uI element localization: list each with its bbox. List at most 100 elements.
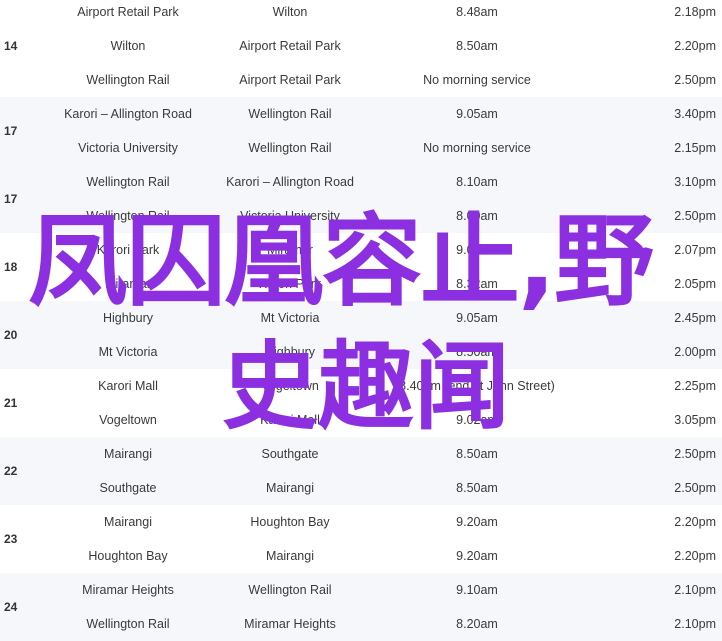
route-group: 17 Wellington Rail Karori – Allington Road… — [0, 165, 722, 233]
table-row: Karori – Allington Road Wellington Rail 9.… — [0, 97, 722, 131]
table-row: Wellington Rail Airport Retail Park No mor… — [0, 63, 722, 97]
from-stop: Southgate — [99, 481, 157, 495]
from-stop: Karori Mall — [98, 379, 158, 393]
afternoon-time: 2.18pm — [674, 5, 716, 19]
morning-time: 8.40am (end at John Street) — [399, 379, 555, 393]
route-group: 14 Airport Retail Park Wilton 8.48am 2.18pm W… — [0, 0, 722, 97]
table-row: Houghton Bay Mairangi 9.20am 2.20pm — [0, 539, 722, 573]
afternoon-time: 2.05pm — [674, 277, 716, 291]
to-stop: Wellington Rail — [248, 583, 332, 597]
table-row: Victoria University Wellington Rail No mor… — [0, 131, 722, 165]
from-stop: Highbury — [102, 311, 154, 325]
table-row: Karori Mall Vogeltown 8.40am (end at John … — [0, 369, 722, 403]
morning-time: 8.50am — [456, 345, 498, 359]
from-stop: Airport Retail Park — [77, 5, 179, 19]
morning-time: No morning service — [423, 141, 531, 155]
from-stop: Victoria University — [78, 141, 178, 155]
afternoon-time: 2.15pm — [674, 141, 716, 155]
morning-time: 9.10am — [456, 583, 498, 597]
afternoon-time: 2.07pm — [674, 243, 716, 257]
to-stop: Mairangi — [266, 481, 314, 495]
morning-time: 8.32am — [456, 277, 498, 291]
afternoon-time: 2.50pm — [674, 73, 716, 87]
to-stop: Mairangi — [266, 549, 314, 563]
to-stop: Karori Mall — [260, 413, 320, 427]
afternoon-time: 2.50pm — [674, 209, 716, 223]
route-group: 20 Highbury Mt Victoria 9.05am 2.45pm Mt Vict… — [0, 301, 722, 369]
afternoon-time: 2.50pm — [674, 447, 716, 461]
afternoon-time: 2.00pm — [674, 345, 716, 359]
table-row: Mairangi Southgate 8.50am 2.50pm — [0, 437, 722, 471]
table-row: Wellington Rail Miramar Heights 8.20am 2.10… — [0, 607, 722, 641]
route-group: 24 Miramar Heights Wellington Rail 9.10am 2.… — [0, 573, 722, 641]
to-stop: Airport Retail Park — [239, 39, 341, 53]
morning-time: 9.02am — [456, 413, 498, 427]
afternoon-time: 2.20pm — [674, 549, 716, 563]
from-stop: Houghton Bay — [88, 549, 168, 563]
from-stop: Wilton — [110, 39, 146, 53]
route-group: 23 Mairangi Houghton Bay 9.20am 2.20pm Hought… — [0, 505, 722, 573]
afternoon-time: 2.20pm — [674, 515, 716, 529]
from-stop: Wellington Rail — [86, 175, 170, 189]
to-stop: Highbury — [264, 345, 316, 359]
table-row: Airport Retail Park Wilton 8.48am 2.18pm — [0, 0, 722, 29]
table-row: Southgate Mairangi 8.50am 2.50pm — [0, 471, 722, 505]
table-row: Mairangi Houghton Bay 9.20am 2.20pm — [0, 505, 722, 539]
to-stop: Airport Retail Park — [239, 73, 341, 87]
table-row: Wellington Rail Victoria University 8.00am… — [0, 199, 722, 233]
table-row: Highbury Mt Victoria 9.05am 2.45pm — [0, 301, 722, 335]
morning-time: 9.09am — [456, 243, 498, 257]
to-stop: Mt Victoria — [260, 311, 320, 325]
table-row: Miramar Heights Wellington Rail 9.10am 2.10… — [0, 573, 722, 607]
afternoon-time: 2.10pm — [674, 583, 716, 597]
to-stop: Wellington Rail — [248, 141, 332, 155]
to-stop: Southgate — [261, 447, 319, 461]
to-stop: Wellington Rail — [248, 107, 332, 121]
from-stop: Vogeltown — [99, 413, 157, 427]
from-stop: Miramar — [105, 277, 151, 291]
morning-time: 8.50am — [456, 447, 498, 461]
afternoon-time: 2.10pm — [674, 617, 716, 631]
from-stop: Wellington Rail — [86, 209, 170, 223]
table-row: Wilton Airport Retail Park 8.50am 2.20pm — [0, 29, 722, 63]
morning-time: 8.10am — [456, 175, 498, 189]
morning-time: 8.48am — [456, 5, 498, 19]
afternoon-time: 2.45pm — [674, 311, 716, 325]
from-stop: Mairangi — [104, 447, 152, 461]
route-group: 22 Mairangi Southgate 8.50am 2.50pm Southgate… — [0, 437, 722, 505]
to-stop: Vogeltown — [261, 379, 319, 393]
bus-timetable: 14 Airport Retail Park Wilton 8.48am 2.18pm W… — [0, 0, 722, 641]
morning-time: No morning service — [423, 73, 531, 87]
afternoon-time: 2.50pm — [674, 481, 716, 495]
to-stop: Victoria University — [240, 209, 340, 223]
to-stop: Wilton — [272, 5, 308, 19]
from-stop: Karori Park — [96, 243, 160, 257]
table-row: Mt Victoria Highbury 8.50am 2.00pm — [0, 335, 722, 369]
afternoon-time: 3.40pm — [674, 107, 716, 121]
route-group: 21 Karori Mall Vogeltown 8.40am (end at Joh… — [0, 369, 722, 437]
morning-time: 8.50am — [456, 39, 498, 53]
table-row: Vogeltown Karori Mall 9.02am 3.05pm — [0, 403, 722, 437]
to-stop: Karori – Allington Road — [226, 175, 354, 189]
morning-time: 9.05am — [456, 311, 498, 325]
to-stop: Miramar Heights — [244, 617, 336, 631]
table-row: Miramar Karori Park 8.32am 2.05pm — [0, 267, 722, 301]
from-stop: Karori – Allington Road — [64, 107, 192, 121]
morning-time: 9.05am — [456, 107, 498, 121]
route-group: 17 Karori – Allington Road Wellington Rail… — [0, 97, 722, 165]
from-stop: Mairangi — [104, 515, 152, 529]
table-row: Karori Park Miramar 9.09am 2.07pm — [0, 233, 722, 267]
from-stop: Mt Victoria — [98, 345, 158, 359]
from-stop: Wellington Rail — [86, 73, 170, 87]
table-row: Wellington Rail Karori – Allington Road 8.… — [0, 165, 722, 199]
from-stop: Miramar Heights — [82, 583, 174, 597]
to-stop: Miramar — [267, 243, 313, 257]
afternoon-time: 2.25pm — [674, 379, 716, 393]
morning-time: 8.00am — [456, 209, 498, 223]
morning-time: 8.20am — [456, 617, 498, 631]
route-group: 18 Karori Park Miramar 9.09am 2.07pm Miramar K… — [0, 233, 722, 301]
to-stop: Houghton Bay — [250, 515, 330, 529]
afternoon-time: 3.10pm — [674, 175, 716, 189]
afternoon-time: 3.05pm — [674, 413, 716, 427]
from-stop: Wellington Rail — [86, 617, 170, 631]
